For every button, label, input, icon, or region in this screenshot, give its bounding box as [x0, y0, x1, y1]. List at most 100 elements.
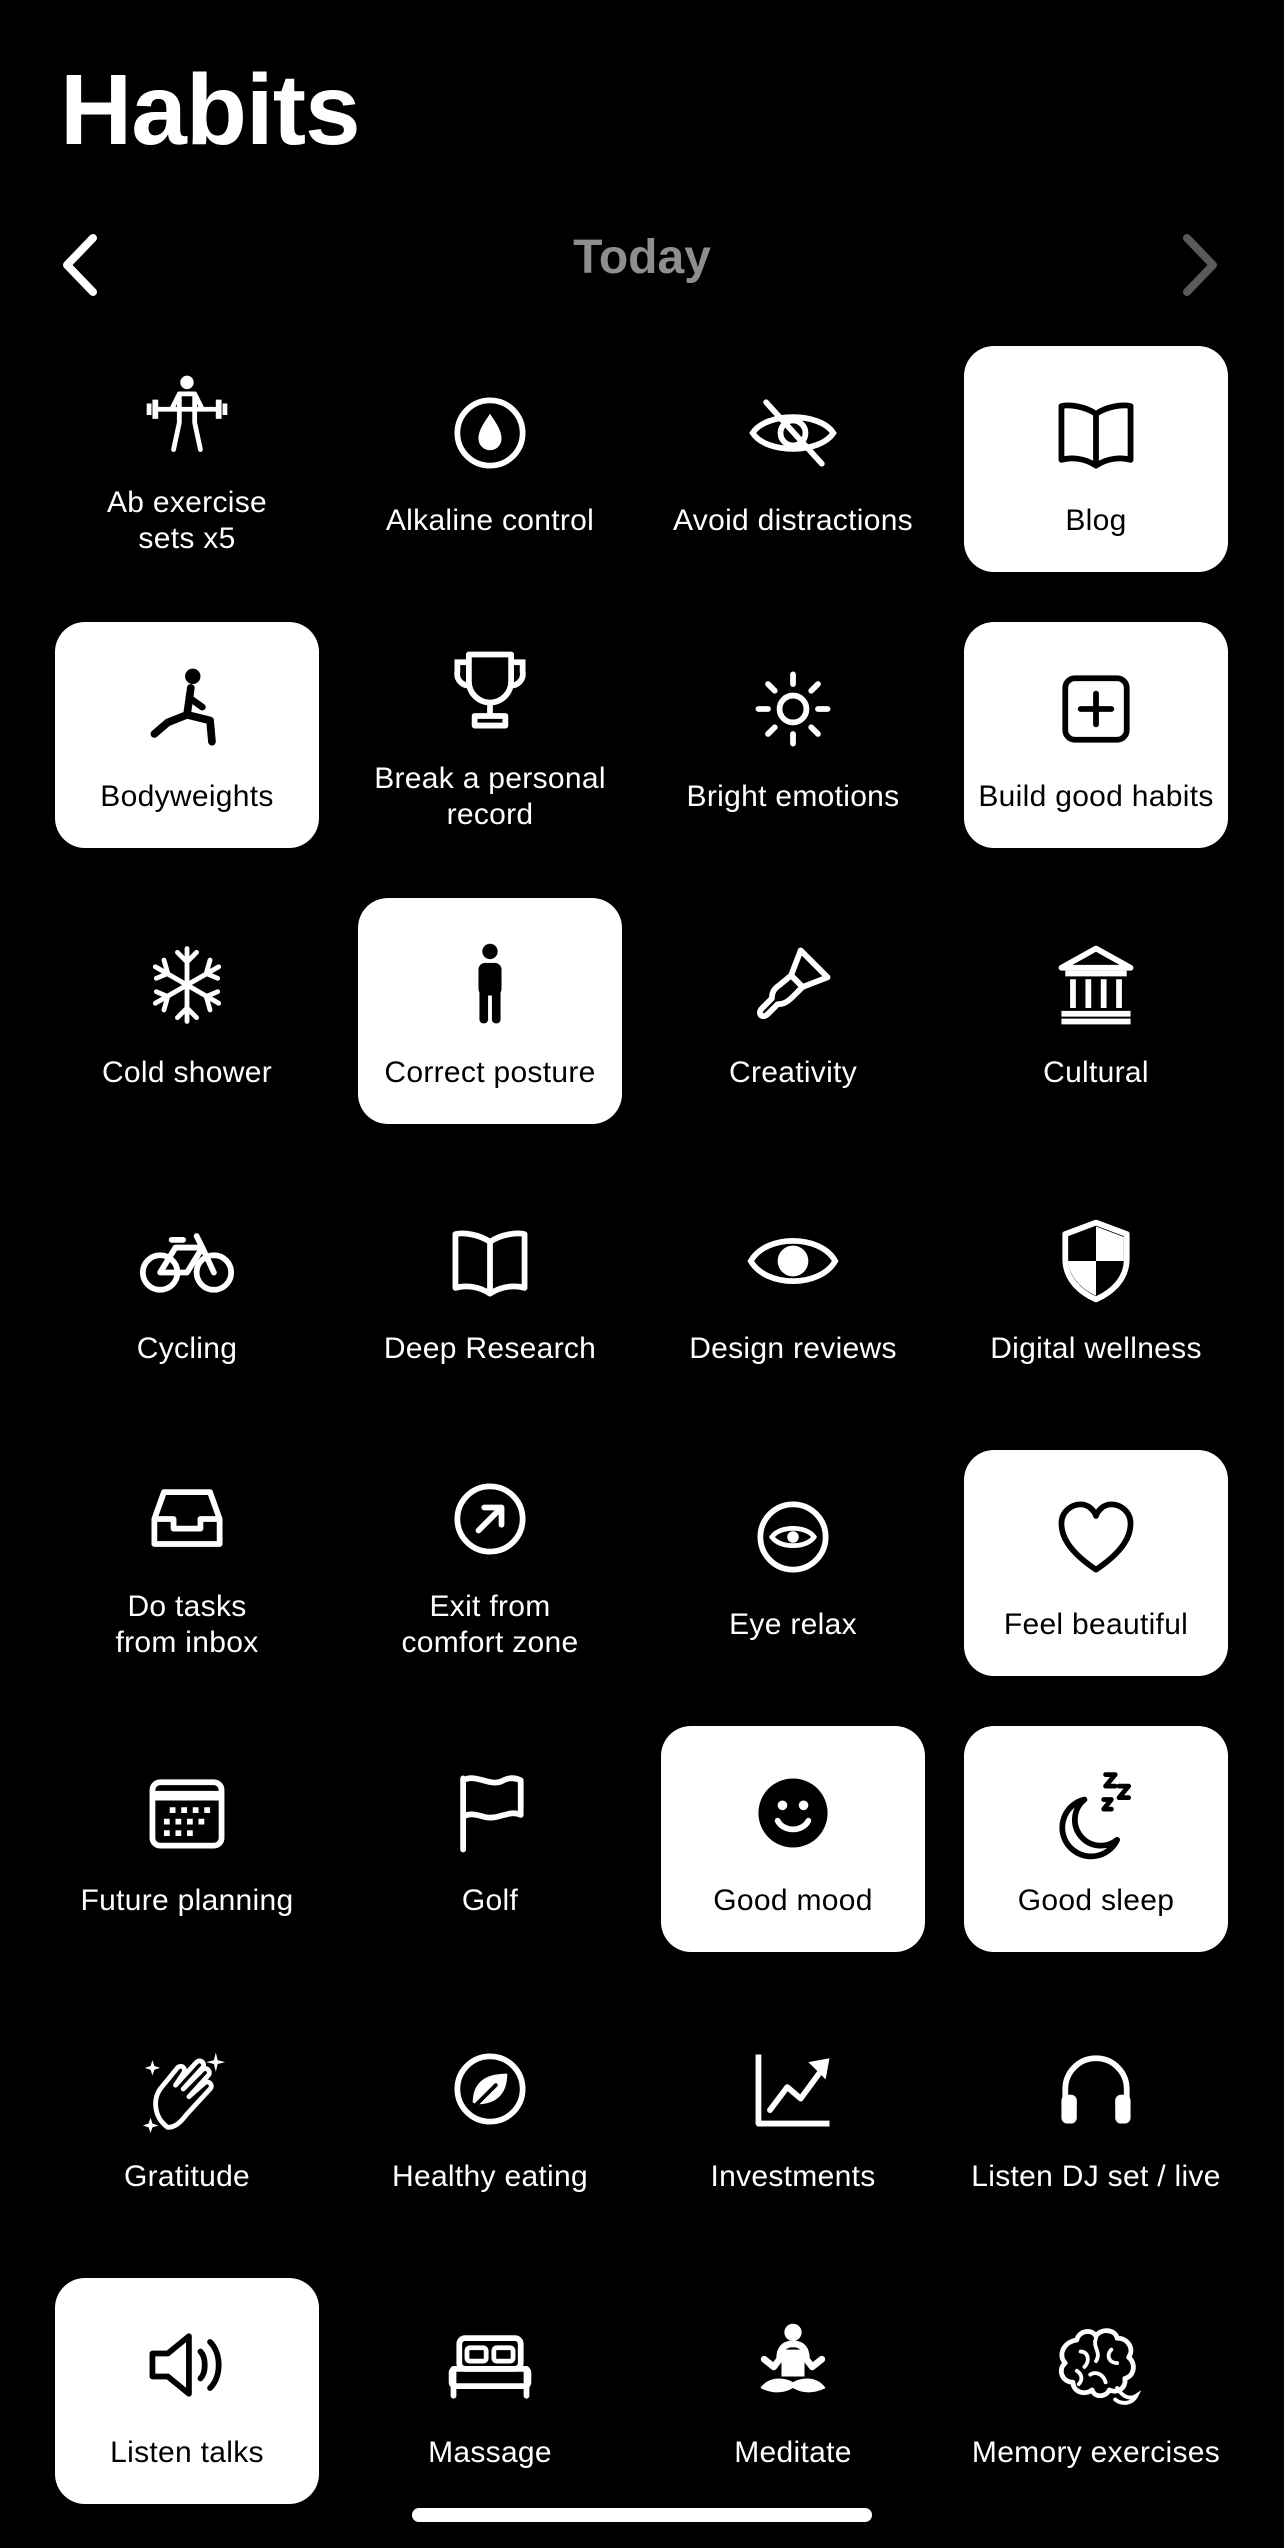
tray-icon [137, 1469, 237, 1569]
habit-tile[interactable]: Feel beautiful [964, 1450, 1228, 1676]
habit-tile[interactable]: Digital wellness [964, 1174, 1228, 1400]
habit-tile[interactable]: Cold shower [55, 898, 319, 1124]
habit-tile[interactable]: Deep Research [358, 1174, 622, 1400]
arrow-circle-icon [440, 1469, 540, 1569]
chart-up-icon [743, 2039, 843, 2139]
habit-grid: Ab exercise sets x5 Alkaline control Avoid… [55, 346, 1229, 2504]
habit-label: Massage [428, 2436, 552, 2469]
museum-icon [1046, 935, 1146, 1035]
home-indicator [412, 2508, 872, 2522]
habit-tile[interactable]: Listen talks [55, 2278, 319, 2504]
habit-tile[interactable]: Eye relax [661, 1450, 925, 1676]
next-day-button[interactable] [1160, 225, 1240, 305]
page-title: Habits [60, 54, 361, 166]
habit-tile[interactable]: Healthy eating [358, 2002, 622, 2228]
habit-label: Cultural [1043, 1056, 1149, 1089]
habit-label: Listen talks [110, 2436, 264, 2469]
person-icon [440, 935, 540, 1035]
speaker-icon [137, 2315, 237, 2415]
habit-label: Ab exercise sets x5 [106, 486, 268, 555]
habit-label: Bright emotions [686, 780, 900, 813]
smiley-icon [743, 1763, 843, 1863]
habit-label: Deep Research [383, 1332, 597, 1365]
habit-tile[interactable]: Investments [661, 2002, 925, 2228]
habit-label: Meditate [734, 2436, 852, 2469]
eye-circle-icon [743, 1487, 843, 1587]
habit-tile[interactable]: Future planning [55, 1726, 319, 1952]
habit-label: Bodyweights [100, 780, 274, 813]
habit-label: Avoid distractions [673, 504, 913, 537]
calendar-icon [137, 1763, 237, 1863]
habit-tile[interactable]: Bodyweights [55, 622, 319, 848]
headphones-icon [1046, 2039, 1146, 2139]
habit-label: Digital wellness [990, 1332, 1202, 1365]
flag-icon [440, 1763, 540, 1863]
habit-tile[interactable]: Massage [358, 2278, 622, 2504]
eye-slash-icon [743, 383, 843, 483]
habit-label: Blog [1065, 504, 1127, 537]
chevron-right-icon [1183, 234, 1217, 296]
habit-tile[interactable]: Blog [964, 346, 1228, 572]
habit-label: Build good habits [978, 780, 1214, 813]
habit-tile[interactable]: Ab exercise sets x5 [55, 346, 319, 572]
drop-icon [440, 383, 540, 483]
habit-tile[interactable]: Exit from comfort zone [358, 1450, 622, 1676]
paintbrush-icon [743, 935, 843, 1035]
habit-tile[interactable]: Break a personal record [358, 622, 622, 848]
eye-icon [743, 1211, 843, 1311]
habit-tile[interactable]: Cultural [964, 898, 1228, 1124]
habit-label: Eye relax [729, 1608, 857, 1641]
trophy-icon [440, 641, 540, 741]
habit-tile[interactable]: Correct posture [358, 898, 622, 1124]
habit-label: Gratitude [123, 2160, 251, 2193]
habit-label: Listen DJ set / live [971, 2160, 1221, 2193]
weightlifter-icon [137, 365, 237, 465]
habit-label: Alkaline control [385, 504, 595, 537]
habit-tile[interactable]: Avoid distractions [661, 346, 925, 572]
habit-tile[interactable]: Good mood [661, 1726, 925, 1952]
date-navigation: Today [0, 210, 1284, 310]
plus-square-icon [1046, 659, 1146, 759]
meditate-icon [743, 2315, 843, 2415]
bed-icon [440, 2315, 540, 2415]
habit-tile[interactable]: Bright emotions [661, 622, 925, 848]
habit-tile[interactable]: Meditate [661, 2278, 925, 2504]
habit-tile[interactable]: Design reviews [661, 1174, 925, 1400]
habit-label: Do tasks from inbox [115, 1590, 259, 1659]
habit-label: Cycling [136, 1332, 238, 1365]
habit-label: Good mood [713, 1884, 873, 1917]
habit-label: Design reviews [689, 1332, 897, 1365]
moon-zzz-icon [1046, 1763, 1146, 1863]
habit-tile[interactable]: Gratitude [55, 2002, 319, 2228]
current-day-label[interactable]: Today [0, 230, 1284, 285]
habit-tile[interactable]: Golf [358, 1726, 622, 1952]
heart-icon [1046, 1487, 1146, 1587]
lunge-icon [137, 659, 237, 759]
habit-label: Investments [710, 2160, 876, 2193]
habit-label: Memory exercises [971, 2436, 1221, 2469]
habit-tile[interactable]: Alkaline control [358, 346, 622, 572]
habit-tile[interactable]: Do tasks from inbox [55, 1450, 319, 1676]
habit-label: Good sleep [1017, 1884, 1175, 1917]
habit-tile[interactable]: Cycling [55, 1174, 319, 1400]
book-icon [1046, 383, 1146, 483]
habit-label: Break a personal record [374, 762, 606, 831]
habit-tile[interactable]: Creativity [661, 898, 925, 1124]
habit-label: Creativity [728, 1056, 858, 1089]
habit-label: Correct posture [384, 1056, 596, 1089]
book-icon [440, 1211, 540, 1311]
habit-tile[interactable]: Build good habits [964, 622, 1228, 848]
habit-label: Golf [461, 1884, 519, 1917]
habit-label: Exit from comfort zone [401, 1590, 579, 1659]
habit-tile[interactable]: Memory exercises [964, 2278, 1228, 2504]
leaf-circle-icon [440, 2039, 540, 2139]
habit-tile[interactable]: Listen DJ set / live [964, 2002, 1228, 2228]
sun-icon [743, 659, 843, 759]
hands-clap-icon [137, 2039, 237, 2139]
habit-tile[interactable]: Good sleep [964, 1726, 1228, 1952]
habit-label: Cold shower [101, 1056, 273, 1089]
brain-icon [1046, 2315, 1146, 2415]
bicycle-icon [137, 1211, 237, 1311]
habit-label: Feel beautiful [1003, 1608, 1189, 1641]
habit-label: Healthy eating [392, 2160, 588, 2193]
